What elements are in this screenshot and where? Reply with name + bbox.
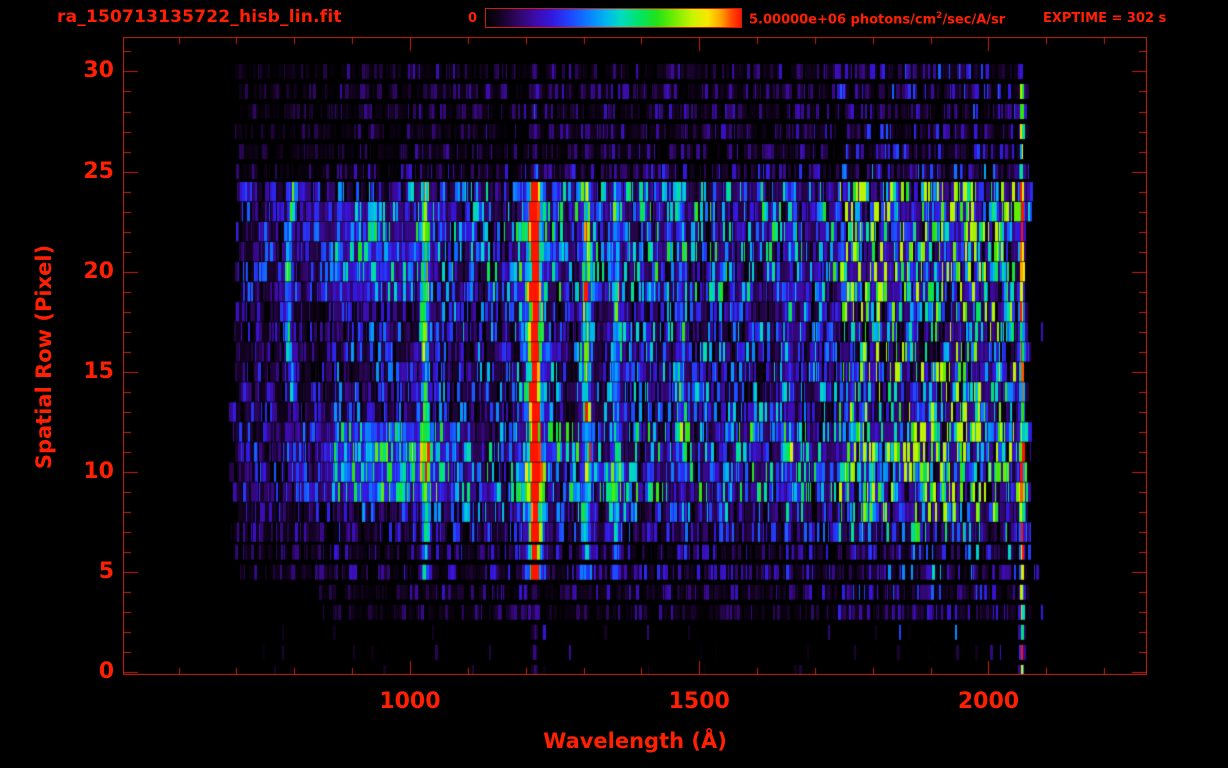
x-tick-label: 1000 bbox=[379, 689, 441, 714]
y-tick-label: 5 bbox=[98, 559, 114, 585]
colorbar-max-main: 5.00000e+06 photons/cm bbox=[749, 12, 937, 28]
x-axis-title: Wavelength (Å) bbox=[543, 729, 727, 753]
y-tick-label: 20 bbox=[83, 258, 114, 284]
colorbar bbox=[485, 8, 742, 28]
colorbar-min-label: 0 bbox=[468, 11, 478, 26]
x-tick-label: 1500 bbox=[668, 689, 730, 714]
plot-window: { "window": { "background": "#000000" },… bbox=[0, 0, 1228, 768]
plot-title: ra_150713135722_hisb_lin.fit bbox=[57, 7, 342, 27]
y-tick-label: 30 bbox=[83, 58, 114, 84]
colorbar-max-tail: /sec/A/sr bbox=[942, 12, 1006, 28]
y-tick-label: 0 bbox=[98, 659, 114, 685]
colorbar-max-label: 5.00000e+06 photons/cm2/sec/A/sr bbox=[749, 11, 1005, 27]
colorbar-gradient bbox=[486, 9, 741, 27]
spectrogram-canvas bbox=[123, 37, 1147, 675]
x-tick-label: 2000 bbox=[957, 689, 1020, 714]
exptime-label: EXPTIME = 302 s bbox=[1043, 11, 1167, 26]
y-tick-label: 25 bbox=[83, 158, 114, 184]
y-tick-label: 10 bbox=[83, 459, 114, 485]
y-tick-label: 15 bbox=[83, 358, 114, 384]
